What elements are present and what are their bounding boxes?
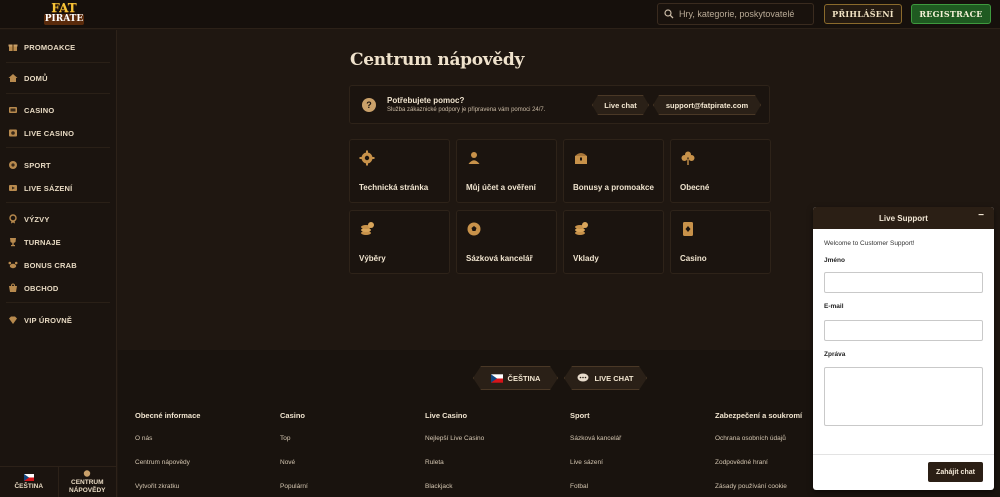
footer-column-security: Zabezpečení a soukromí Ochrana osobních … (715, 411, 813, 494)
footer-language-button[interactable]: ČEŠTINA (473, 366, 558, 390)
czech-flag-icon (491, 374, 503, 383)
coins-icon (361, 222, 374, 235)
help-banner: ? Potřebujete pomoc? Služba zákaznické p… (349, 85, 770, 124)
gear-icon (359, 150, 375, 166)
sidebar-item-vyzvy[interactable]: VÝZVY (0, 210, 116, 228)
email-label: E-mail (824, 303, 844, 310)
treasure-chest-icon (575, 153, 587, 164)
search-icon (664, 9, 674, 19)
vip-diamond-icon (7, 315, 18, 326)
clover-icon (681, 151, 695, 165)
footer-column-general: Obecné informace O nás Centrum nápovědy … (135, 411, 275, 494)
name-field[interactable] (824, 272, 983, 293)
search-box[interactable] (657, 3, 814, 25)
sidebar-item-domu[interactable]: DOMŮ (0, 69, 116, 87)
footer-link[interactable]: Nové (280, 459, 420, 470)
footer-column-sport: Sport Sázková kancelář Live sázení Fotba… (570, 411, 710, 494)
footer-live-chat-button[interactable]: LIVE CHAT (564, 366, 647, 390)
live-support-widget: Live Support − Welcome to Customer Suppo… (813, 207, 994, 490)
name-label: Jméno (824, 257, 845, 264)
message-label: Zpráva (824, 351, 846, 358)
account-icon (468, 152, 480, 164)
shop-icon (7, 283, 18, 294)
help-card-general[interactable]: Obecné (670, 139, 771, 203)
crab-icon (7, 260, 18, 271)
widget-divider (813, 454, 994, 455)
language-switch[interactable]: ČEŠTINA (0, 467, 58, 497)
sidebar-item-live-sazeni[interactable]: LIVE SÁZENÍ (0, 179, 116, 197)
sidebar-item-vip-urovne[interactable]: VIP ÚROVNĚ (0, 311, 116, 329)
chat-bubble-icon (577, 373, 589, 383)
sidebar: PROMOAKCE DOMŮ CASINO LIVE CASINO SPORT … (0, 30, 117, 497)
help-card-casino[interactable]: Casino (670, 210, 771, 274)
start-chat-button[interactable]: Zahájit chat (928, 462, 983, 482)
sidebar-item-sport[interactable]: SPORT (0, 156, 116, 174)
gift-icon (7, 42, 18, 53)
sidebar-item-promoakce[interactable]: PROMOAKCE (0, 38, 116, 56)
live-casino-icon (7, 128, 18, 139)
footer-link[interactable]: Live sázení (570, 459, 710, 470)
fatpirate-logo[interactable]: FAT PIRATE (30, 2, 98, 27)
footer-link[interactable]: Nejlepší Live Casino (425, 435, 565, 446)
footer-link[interactable]: Ochrana osobních údajů (715, 435, 813, 446)
live-chat-button[interactable]: Live chat (592, 95, 649, 115)
challenge-icon (7, 214, 18, 225)
sidebar-bottom-bar: ČEŠTINA CENTRUM NÁPOVĚDY (0, 466, 116, 497)
help-card-withdrawals[interactable]: Výběry (349, 210, 450, 274)
footer-column-live-casino: Live Casino Nejlepší Live Casino Ruleta … (425, 411, 565, 494)
footer-link[interactable]: Blackjack (425, 483, 565, 494)
footer-link[interactable]: Centrum nápovědy (135, 459, 275, 470)
deposit-coins-icon (575, 222, 588, 235)
register-button[interactable]: REGISTRACE (911, 4, 991, 24)
banner-subtitle: Služba zákaznické podpory je připravena … (387, 107, 546, 113)
footer-link[interactable]: Zodpovědné hraní (715, 459, 813, 470)
top-bar: FAT PIRATE PŘIHLÁŠENÍ REGISTRACE (0, 0, 1000, 29)
sidebar-item-obchod[interactable]: OBCHOD (0, 279, 116, 297)
czech-flag-icon (23, 473, 34, 481)
help-card-sportsbook[interactable]: Sázková kancelář (456, 210, 557, 274)
footer-link[interactable]: Populární (280, 483, 420, 494)
page-title: Centrum nápovědy (350, 50, 525, 70)
sidebar-item-casino[interactable]: CASINO (0, 101, 116, 119)
footer-link[interactable]: Sázková kancelář (570, 435, 710, 446)
divider (6, 202, 110, 203)
footer-link[interactable]: Vytvořit zkratku (135, 483, 275, 494)
help-card-deposits[interactable]: Vklady (563, 210, 664, 274)
live-bet-icon (7, 183, 18, 194)
trophy-icon (7, 237, 18, 248)
minimize-icon[interactable]: − (978, 210, 984, 221)
question-icon: ? (362, 98, 376, 112)
casino-icon (7, 105, 18, 116)
help-card-bonuses[interactable]: Bonusy a promoakce (563, 139, 664, 203)
message-field[interactable] (824, 367, 983, 426)
divider (6, 62, 110, 63)
banner-title: Potřebujete pomoc? (387, 96, 465, 105)
home-icon (7, 73, 18, 84)
divider (6, 93, 110, 94)
divider (6, 147, 110, 148)
divider (6, 302, 110, 303)
email-field[interactable] (824, 320, 983, 341)
sidebar-item-live-casino[interactable]: LIVE CASINO (0, 124, 116, 142)
widget-header: Live Support − (813, 207, 994, 229)
sidebar-item-turnaje[interactable]: TURNAJE (0, 233, 116, 251)
football-icon (467, 222, 481, 236)
support-email-button[interactable]: support@fatpirate.com (653, 95, 761, 115)
sidebar-item-bonus-crab[interactable]: BONUS CRAB (0, 256, 116, 274)
footer-link[interactable]: Ruleta (425, 459, 565, 470)
help-card-technical[interactable]: Technická stránka (349, 139, 450, 203)
help-circle-icon (84, 469, 91, 477)
playing-card-icon (683, 222, 693, 236)
footer-link[interactable]: O nás (135, 435, 275, 446)
sport-ball-icon (7, 160, 18, 171)
widget-welcome: Welcome to Customer Support! (824, 240, 915, 247)
footer-link[interactable]: Top (280, 435, 420, 446)
help-center-link[interactable]: CENTRUM NÁPOVĚDY (57, 467, 117, 497)
login-button[interactable]: PŘIHLÁŠENÍ (824, 4, 902, 24)
search-input[interactable] (679, 9, 809, 19)
help-card-account[interactable]: Můj účet a ověření (456, 139, 557, 203)
footer-link[interactable]: Fotbal (570, 483, 710, 494)
footer-column-casino: Casino Top Nové Populární (280, 411, 420, 494)
footer-link[interactable]: Zásady používání cookie (715, 483, 813, 494)
